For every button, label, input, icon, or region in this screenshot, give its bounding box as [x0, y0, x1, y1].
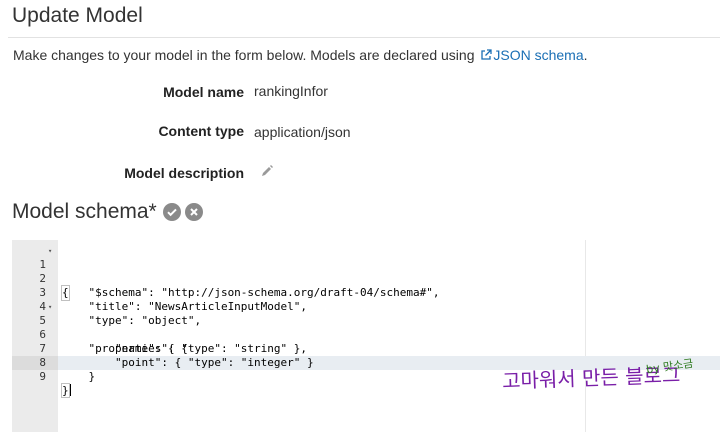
external-link-icon [481, 49, 493, 60]
model-schema-title: Model schema* [12, 200, 157, 223]
title-divider [8, 37, 720, 38]
code-text: } [62, 370, 96, 383]
json-schema-link-label: JSON schema [493, 47, 584, 63]
model-name-label: Model name [163, 84, 244, 100]
model-name-value[interactable]: rankingInfor [254, 83, 328, 99]
page-title: Update Model [12, 4, 143, 27]
content-type-label: Content type [158, 123, 244, 139]
fold-toggle-icon[interactable]: ▾ [48, 244, 56, 258]
code-line[interactable]: 5 ▾ "properties": { [12, 300, 720, 355]
code-line[interactable]: 8 } [12, 342, 720, 383]
code-text: } [61, 383, 71, 398]
content-type-value[interactable]: application/json [254, 124, 351, 140]
intro-description: Make changes to your model in the form b… [13, 47, 479, 63]
intro-suffix: . [583, 47, 588, 63]
code-line[interactable]: 6 "name": { "type": "string" }, [12, 314, 720, 355]
code-line[interactable]: 2 "$schema": "http://json-schema.org/dra… [12, 258, 720, 299]
pencil-icon[interactable] [260, 164, 274, 178]
model-description-label: Model description [124, 165, 244, 181]
json-schema-link[interactable]: JSON schema [478, 47, 584, 63]
code-line[interactable]: 1 ▾ { [12, 244, 720, 301]
line-number: 9 [39, 370, 46, 383]
code-line[interactable]: 7 "point": { "type": "integer" } [12, 328, 720, 369]
intro-text: Make changes to your model in the form b… [13, 47, 588, 63]
confirm-schema-button[interactable] [162, 203, 181, 221]
code-line[interactable]: 3 "title": "NewsArticleInputModel", [12, 272, 720, 313]
close-icon [190, 208, 198, 216]
code-line[interactable]: 4 "type": "object", [12, 286, 720, 327]
cancel-schema-button[interactable] [184, 203, 203, 221]
text-cursor [68, 384, 71, 396]
schema-code-editor[interactable]: 1 ▾ { 2 "$schema": "http://json-schema.o… [12, 240, 720, 432]
model-schema-heading: Model schema* [12, 200, 203, 224]
check-icon [167, 208, 177, 217]
fold-toggle-icon[interactable]: ▾ [48, 300, 56, 314]
closing-brace: } [61, 383, 70, 398]
